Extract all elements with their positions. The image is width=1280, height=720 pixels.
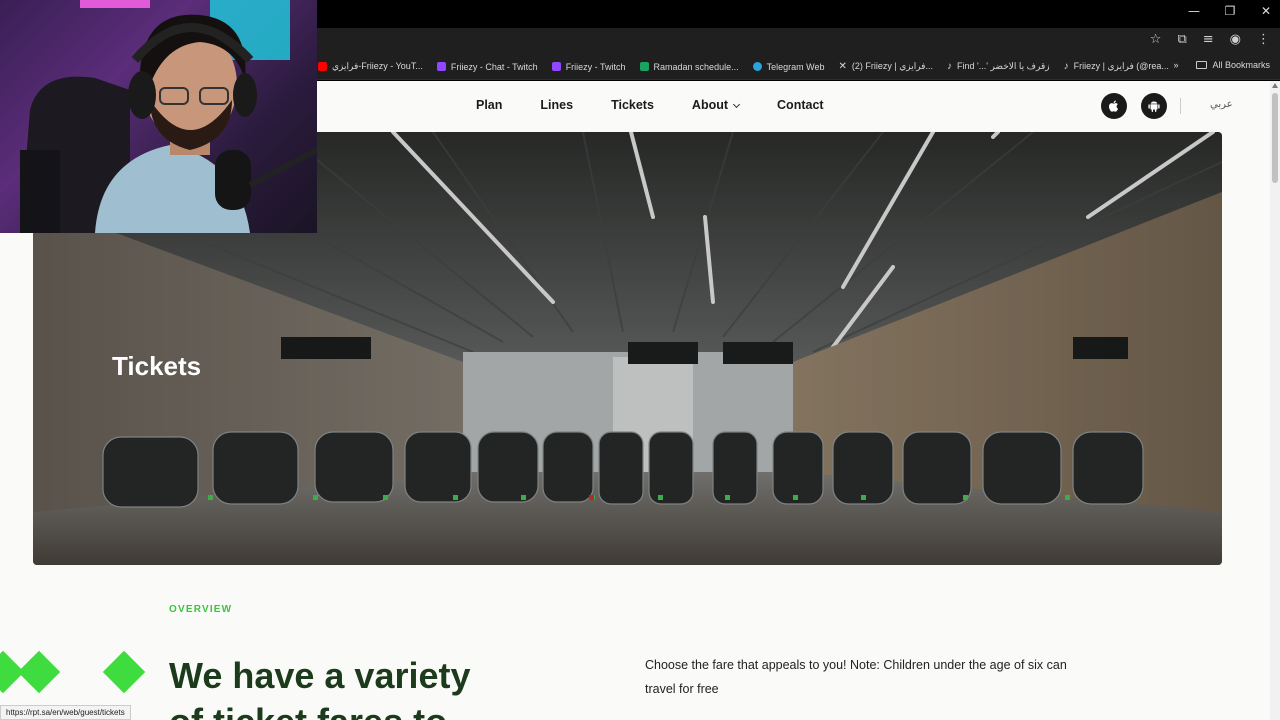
main-nav: Plan Lines Tickets About Contact	[476, 98, 824, 112]
chevron-double-right-icon[interactable]: »	[1173, 60, 1178, 70]
bookmark-item[interactable]: فرايزي-Friiezy - YouT...	[318, 61, 423, 72]
youtube-icon	[318, 62, 327, 71]
overview-label: OVERVIEW	[169, 604, 233, 615]
bookmark-item[interactable]: Friiezy - Chat - Twitch	[436, 62, 538, 72]
bookmark-star-icon[interactable]: ☆	[1150, 32, 1162, 47]
minimize-icon[interactable]: —	[1188, 4, 1200, 18]
all-bookmarks-button[interactable]: All Bookmarks	[1196, 60, 1270, 70]
twitch-icon	[436, 62, 446, 71]
telegram-icon	[752, 62, 762, 71]
close-icon[interactable]: ✕	[1260, 4, 1272, 18]
bookmark-item[interactable]: Telegram Web	[752, 62, 824, 72]
hero-title: Tickets	[112, 351, 202, 381]
profile-icon[interactable]: ◉	[1230, 32, 1241, 47]
folder-icon	[1196, 61, 1208, 69]
twitch-icon	[551, 62, 561, 71]
decorative-diamond	[102, 650, 146, 694]
bookmark-item[interactable]: ♪ Find '...' زقرف يا الاخضر	[947, 61, 1050, 72]
sheets-icon	[639, 62, 649, 71]
app-store-button[interactable]	[1101, 93, 1127, 119]
restore-icon[interactable]: ❐	[1224, 4, 1236, 18]
bookmark-item[interactable]: Friiezy - Twitch	[551, 62, 626, 72]
window-controls: — ❐ ✕	[1188, 4, 1272, 18]
nav-about-label: About	[691, 98, 729, 112]
scroll-up-icon[interactable]	[1272, 83, 1278, 88]
nav-tickets[interactable]: Tickets	[611, 98, 654, 112]
toolbar-icons: ☆ ⧉ ≡ ◉ ⋮	[1150, 32, 1270, 47]
bookmark-item[interactable]: ✕ (2) Friiezy | فرايزي...	[838, 61, 933, 72]
headline-line-1: We have a variety	[169, 655, 471, 696]
headline-line-2: of ticket fares to	[169, 699, 471, 720]
bookmark-item[interactable]: ♪ Friiezy | فرايزي (@rea...	[1064, 61, 1169, 72]
nav-contact[interactable]: Contact	[777, 98, 824, 112]
link-status-bar: https://rpt.sa/en/web/guest/tickets	[0, 705, 131, 720]
section-headline: We have a variety of ticket fares to	[169, 653, 471, 720]
language-switch[interactable]: عربي	[1210, 99, 1233, 110]
menu-icon[interactable]: ⋮	[1257, 32, 1270, 47]
bookmark-item[interactable]: Ramadan schedule...	[639, 62, 739, 72]
bookmarks-right: » All Bookmarks	[1173, 60, 1270, 70]
nav-lines[interactable]: Lines	[540, 98, 573, 112]
page-scrollbar[interactable]	[1270, 81, 1280, 720]
section-description: Choose the fare that appeals to you! Not…	[645, 658, 1067, 696]
webcam-overlay	[0, 0, 317, 233]
streamer-illustration	[20, 0, 317, 233]
media-icon[interactable]: ≡	[1203, 32, 1214, 47]
nav-plan[interactable]: Plan	[476, 98, 502, 112]
nav-about[interactable]: About	[691, 98, 741, 112]
nav-divider	[1180, 98, 1181, 114]
apple-icon	[1108, 100, 1119, 112]
decorative-diamond	[17, 650, 61, 694]
extensions-icon[interactable]: ⧉	[1177, 32, 1186, 47]
tiktok-icon: ♪	[947, 61, 952, 72]
scroll-thumb[interactable]	[1272, 93, 1278, 183]
chevron-down-icon	[732, 100, 741, 109]
play-store-button[interactable]	[1141, 93, 1167, 119]
android-icon	[1148, 101, 1160, 112]
x-icon: ✕	[838, 61, 847, 72]
tiktok-icon: ♪	[1063, 61, 1069, 72]
